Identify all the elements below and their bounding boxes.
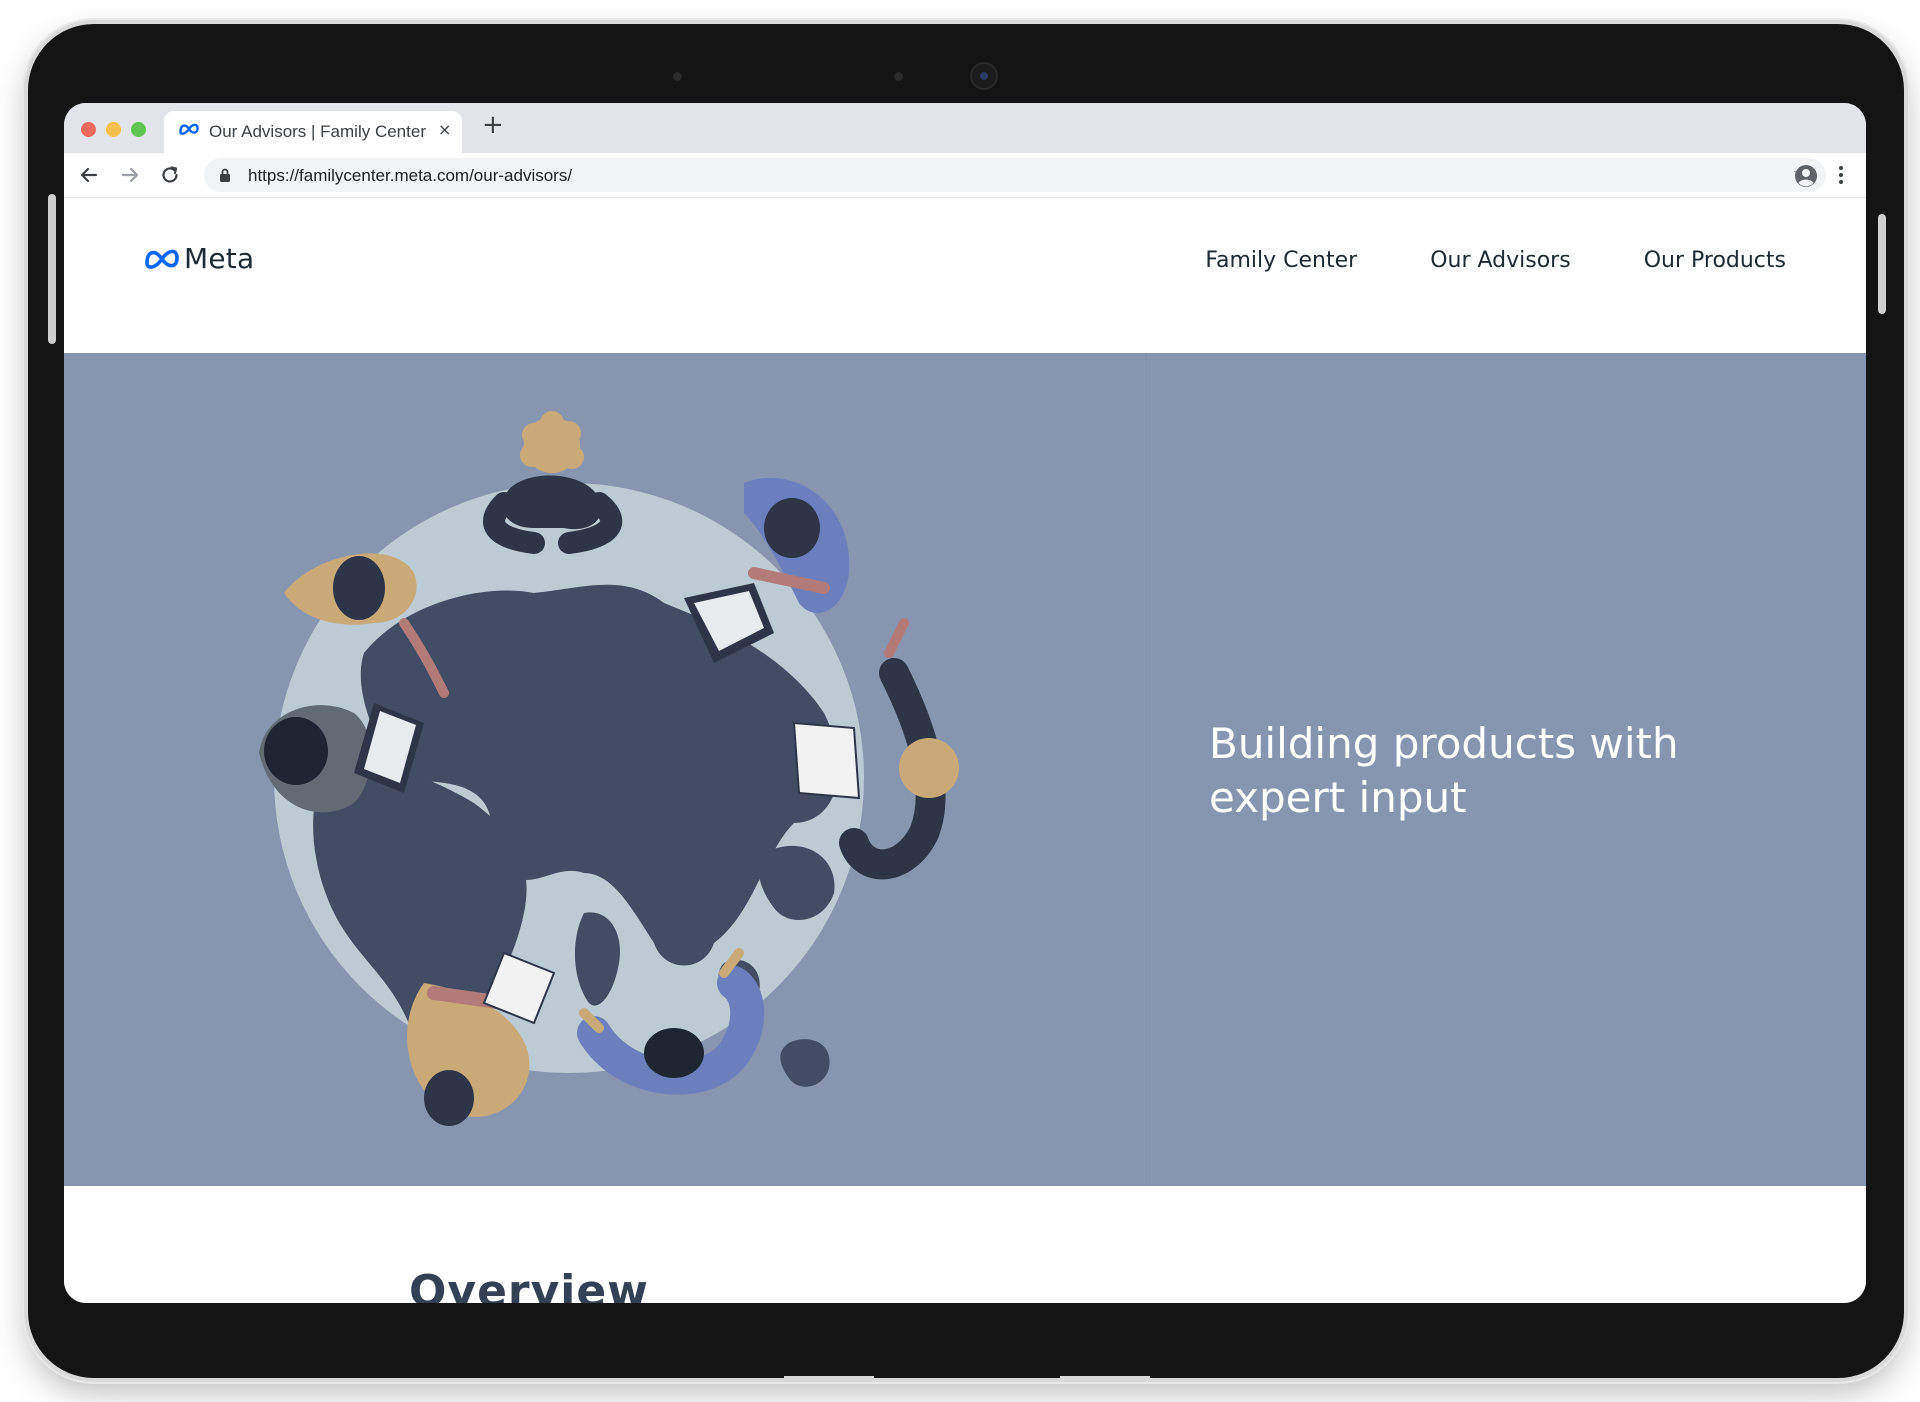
address-bar[interactable]: https://familycenter.meta.com/our-adviso…: [204, 158, 1826, 192]
meta-favicon-icon: [179, 123, 199, 135]
main-nav: Family Center Our Advisors Our Products: [1132, 248, 1786, 273]
overview-section: Overview: [64, 1186, 1866, 1303]
device-edge-tab: [784, 1376, 874, 1382]
url-text[interactable]: https://familycenter.meta.com/our-adviso…: [248, 166, 572, 186]
logo-text: Meta: [184, 242, 255, 275]
site-header: Meta Family Center Our Advisors Our Prod…: [64, 198, 1866, 333]
profile-icon[interactable]: [1794, 164, 1818, 188]
nav-our-advisors[interactable]: Our Advisors: [1430, 248, 1571, 273]
power-button: [1878, 214, 1886, 314]
reload-icon[interactable]: [159, 164, 181, 186]
back-arrow-icon[interactable]: [78, 164, 100, 186]
browser-toolbar: https://familycenter.meta.com/our-adviso…: [64, 153, 1866, 198]
tablet-frame: Our Advisors | Family Center × + https:/…: [28, 24, 1904, 1378]
hero-banner: Building products with expert input: [64, 353, 1866, 1186]
lock-icon: [220, 168, 230, 182]
tab-title: Our Advisors | Family Center: [209, 122, 426, 141]
sensor-dot: [673, 72, 682, 81]
front-camera: [972, 64, 996, 88]
overview-heading: Overview: [409, 1266, 649, 1303]
globe-people-illustration: [259, 411, 959, 1126]
close-tab-icon[interactable]: ×: [438, 120, 451, 139]
hero-title: Building products with expert input: [1209, 719, 1679, 822]
close-window-button[interactable]: [81, 122, 96, 137]
minimize-window-button[interactable]: [106, 122, 121, 137]
meta-logo[interactable]: Meta: [144, 242, 254, 275]
volume-button: [48, 194, 56, 344]
device-edge-tab: [1060, 1376, 1150, 1382]
more-menu-icon[interactable]: [1838, 165, 1844, 185]
maximize-window-button[interactable]: [131, 122, 146, 137]
hero-divider: [1146, 353, 1147, 1186]
browser-window: Our Advisors | Family Center × + https:/…: [64, 103, 1866, 1303]
new-tab-button[interactable]: +: [482, 112, 504, 138]
nav-family-center[interactable]: Family Center: [1205, 248, 1357, 273]
nav-our-products[interactable]: Our Products: [1644, 248, 1786, 273]
meta-infinity-icon: [145, 249, 179, 269]
browser-tab-active[interactable]: Our Advisors | Family Center ×: [164, 111, 462, 153]
sensor-dot: [894, 72, 903, 81]
tab-strip: Our Advisors | Family Center × +: [64, 103, 1866, 153]
forward-arrow-icon[interactable]: [119, 164, 141, 186]
